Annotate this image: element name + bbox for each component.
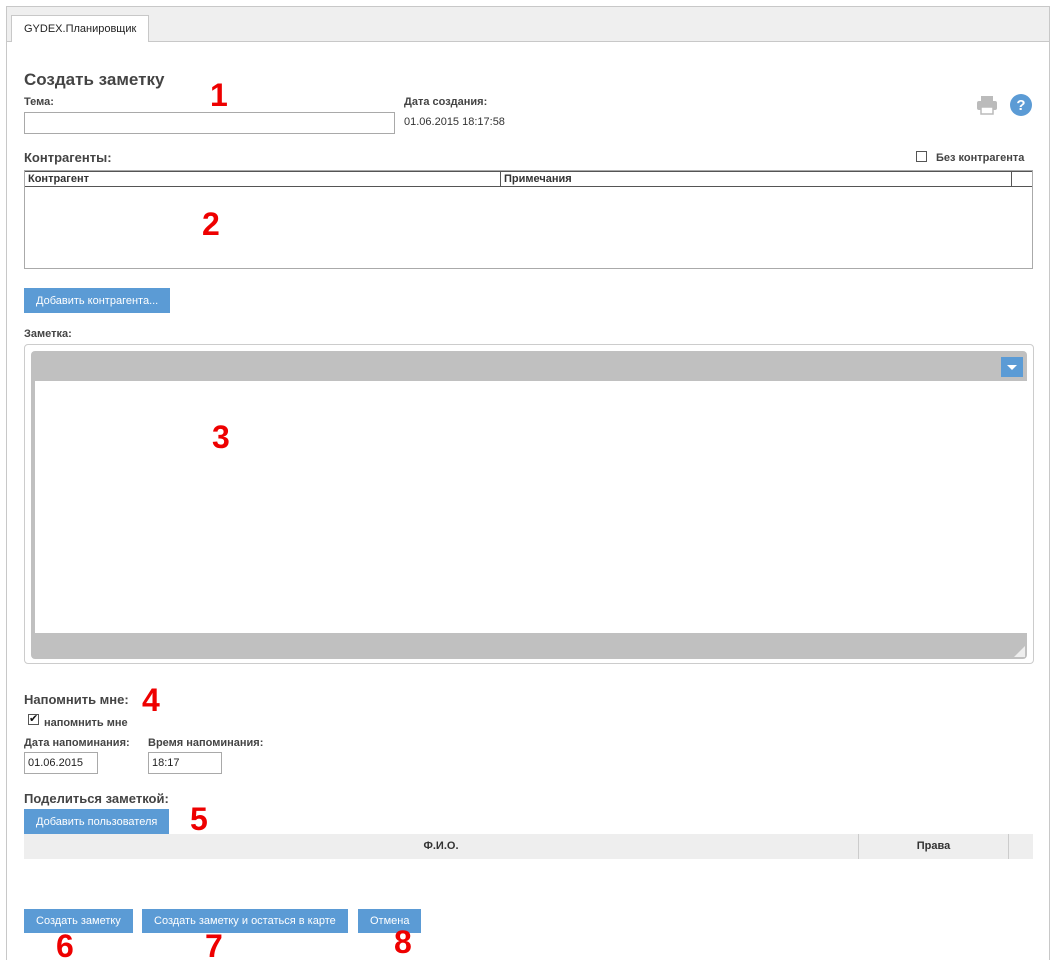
reminder-label: Напомнить мне: xyxy=(24,692,129,707)
contractors-label: Контрагенты: xyxy=(24,150,112,165)
tab-planner[interactable]: GYDEX.Планировщик xyxy=(11,15,150,42)
svg-text:?: ? xyxy=(1016,97,1025,114)
column-contractor[interactable]: Контрагент xyxy=(25,172,501,186)
annotation-2: 2 xyxy=(202,206,220,242)
create-note-button[interactable]: Создать заметку xyxy=(24,909,133,933)
note-label: Заметка: xyxy=(24,328,72,340)
created-date-label: Дата создания: xyxy=(404,96,488,108)
note-textarea[interactable] xyxy=(35,381,1033,633)
annotation-5: 5 xyxy=(190,801,208,837)
reminder-date-label: Дата напоминания: xyxy=(24,737,130,749)
column-notes[interactable]: Примечания xyxy=(501,172,1012,186)
created-date-value: 01.06.2015 18:17:58 xyxy=(404,116,505,128)
reminder-time-input[interactable] xyxy=(148,752,222,774)
contractors-table: Контрагент Примечания xyxy=(24,170,1033,269)
share-table-header: Ф.И.О. Права xyxy=(24,834,1033,859)
column-rights[interactable]: Права xyxy=(859,834,1009,859)
no-contractor-label: Без контрагента xyxy=(936,152,1025,164)
remind-me-label: напомнить мне xyxy=(44,717,128,729)
no-contractor-checkbox[interactable] xyxy=(916,151,927,162)
subject-input[interactable] xyxy=(24,112,395,134)
note-editor xyxy=(24,344,1034,664)
add-contractor-button[interactable]: Добавить контрагента... xyxy=(24,288,171,313)
annotation-7: 7 xyxy=(205,928,223,964)
annotation-4: 4 xyxy=(142,682,160,718)
tab-bar: GYDEX.Планировщик xyxy=(7,7,1049,42)
annotation-1: 1 xyxy=(210,77,228,113)
annotation-6: 6 xyxy=(56,928,74,964)
printer-icon[interactable] xyxy=(976,95,998,115)
page-title: Создать заметку xyxy=(24,70,165,89)
column-full-name[interactable]: Ф.И.О. xyxy=(24,834,859,859)
create-and-stay-button[interactable]: Создать заметку и остаться в карте xyxy=(142,909,348,933)
cancel-button[interactable]: Отмена xyxy=(358,909,422,933)
reminder-date-input[interactable] xyxy=(24,752,98,774)
note-editor-toolbar-frame xyxy=(31,351,1033,659)
help-icon[interactable]: ? xyxy=(1009,93,1033,117)
reminder-time-label: Время напоминания: xyxy=(148,737,264,749)
contractors-table-header: Контрагент Примечания xyxy=(25,171,1032,187)
resize-handle-icon[interactable] xyxy=(1014,646,1025,657)
toolbar-dropdown-icon[interactable] xyxy=(1001,357,1023,377)
annotation-8: 8 xyxy=(394,924,412,960)
add-user-button[interactable]: Добавить пользователя xyxy=(24,809,170,834)
annotation-3: 3 xyxy=(212,419,230,455)
remind-me-checkbox[interactable] xyxy=(28,712,39,725)
share-label: Поделиться заметкой: xyxy=(24,791,169,806)
subject-label: Тема: xyxy=(24,96,54,108)
